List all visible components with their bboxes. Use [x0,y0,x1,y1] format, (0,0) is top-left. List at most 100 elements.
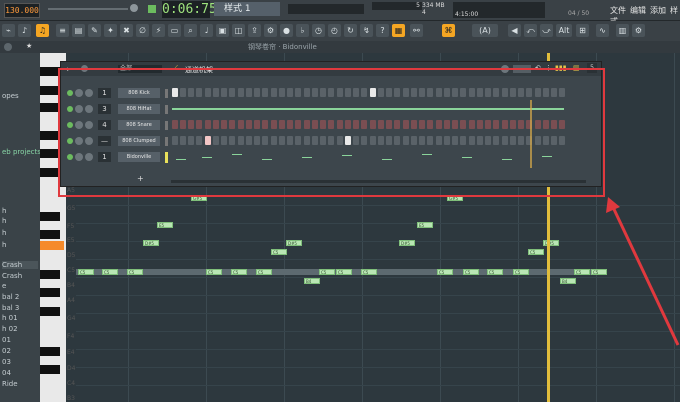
browser-item[interactable]: h [2,217,6,225]
link-icon[interactable]: ⚯ [410,24,423,37]
fx-icon[interactable]: ▥ [616,24,629,37]
mute-icon[interactable]: ∅ [136,24,149,37]
note[interactable]: C5 [336,269,352,275]
speaker-icon[interactable]: ◀ [508,24,521,37]
wait-icon[interactable]: ◷ [312,24,325,37]
metronome-icon[interactable]: ♭ [296,24,309,37]
time-display[interactable]: 0:06:75 [162,1,217,18]
black-key[interactable] [40,288,60,297]
black-key[interactable] [40,131,60,140]
note[interactable]: D#5 [143,240,159,246]
chain-icon[interactable]: ⌘ [442,24,455,37]
black-key[interactable] [40,168,60,177]
black-key[interactable] [40,149,60,158]
black-key[interactable] [40,347,60,356]
mixer-icon[interactable]: ≡ [56,24,69,37]
zoom-icon[interactable]: ⌕ [184,24,197,37]
note[interactable]: C5 [206,269,222,275]
record-icon[interactable]: ● [280,24,293,37]
browser-item[interactable]: 04 [2,369,11,377]
black-key[interactable] [40,103,60,112]
note[interactable]: E5 [417,222,433,228]
note[interactable]: C5 [437,269,453,275]
play-note-icon[interactable]: ♩ [200,24,213,37]
select-icon[interactable]: ▭ [168,24,181,37]
note[interactable]: C5 [78,269,94,275]
master-pitch-knob[interactable] [130,4,138,12]
star-icon[interactable]: ★ [26,42,32,50]
note[interactable]: C5 [361,269,377,275]
note[interactable]: C5 [102,269,118,275]
note[interactable]: D#5 [399,240,415,246]
active-key[interactable] [40,241,64,250]
plugin-icon[interactable]: ⚙ [264,24,277,37]
grid-icon[interactable]: ⊞ [576,24,589,37]
note[interactable]: E5 [157,222,173,228]
note[interactable]: D#5 [286,240,302,246]
countdown-icon[interactable]: ◴ [328,24,341,37]
playlist-icon[interactable]: ▤ [72,24,85,37]
note[interactable]: C5 [127,269,143,275]
browser-item[interactable]: h 02 [2,325,18,333]
delete-icon[interactable]: ✖ [120,24,133,37]
alt-icon[interactable]: Alt [556,24,572,37]
note[interactable]: C5 [487,269,503,275]
browser-item[interactable]: bal 2 [2,293,19,301]
master-volume-slider[interactable] [48,8,128,10]
note[interactable]: C5 [463,269,479,275]
black-key[interactable] [40,307,60,316]
piano-roll-icon[interactable]: ♫ [36,24,49,37]
pat-song-icon[interactable]: ▦ [392,24,405,37]
browser-item[interactable]: 01 [2,336,11,344]
browser-item[interactable]: Ride [2,380,18,388]
browser-item[interactable]: Crash [2,272,22,280]
black-key[interactable] [40,86,60,95]
black-key[interactable] [40,230,60,239]
loop-icon[interactable]: ↻ [344,24,357,37]
tempo-display[interactable]: 130.000 [4,3,40,18]
save-icon[interactable]: ◫ [232,24,245,37]
menu-add[interactable]: 添加 [650,6,666,15]
note[interactable]: C5 [271,249,287,255]
black-key[interactable] [40,365,60,374]
slice-icon[interactable]: ⚡ [152,24,165,37]
browser-item[interactable]: 02 [2,347,11,355]
note[interactable]: D#5 [543,240,559,246]
browser-item[interactable]: h [2,241,6,249]
menu-file[interactable]: 文件 [610,6,626,15]
menu-edit[interactable]: 编辑 [630,6,646,15]
note[interactable]: C5 [256,269,272,275]
black-key[interactable] [40,212,60,221]
snap-icon[interactable]: ⌁ [2,24,15,37]
redo-icon[interactable]: ⤻ [540,24,553,37]
browser-item-selected[interactable]: Crash [2,261,38,269]
draw-icon[interactable]: ✎ [88,24,101,37]
black-key[interactable] [40,67,60,76]
note[interactable]: C5 [574,269,590,275]
browser-item[interactable]: bal 3 [2,304,19,312]
browser-item[interactable]: 03 [2,358,11,366]
black-key[interactable] [40,270,60,279]
note[interactable]: C5 [231,269,247,275]
settings-icon[interactable]: ⚙ [632,24,645,37]
note[interactable]: C5 [513,269,529,275]
midi-input[interactable]: (A) [472,24,498,37]
export-icon[interactable]: ⇪ [248,24,261,37]
browser-item[interactable]: h [2,207,6,215]
browser-toggle-icon[interactable] [4,43,12,51]
note[interactable]: C5 [319,269,335,275]
pattern-selector[interactable]: 样式 1 [214,2,280,16]
browser-item[interactable]: opes [2,92,19,100]
blend-icon[interactable]: ? [376,24,389,37]
folder-icon[interactable]: ▣ [216,24,229,37]
note[interactable]: B4 [304,278,320,284]
step-icon[interactable]: ↯ [360,24,373,37]
note[interactable]: B4 [560,278,576,284]
wave-icon[interactable]: ∿ [596,24,609,37]
browser-item[interactable]: h 01 [2,314,18,322]
undo-icon[interactable]: ⤺ [524,24,537,37]
browser-item[interactable]: e [2,282,6,290]
note[interactable]: C5 [528,249,544,255]
browser-item[interactable]: h [2,229,6,237]
browser-item[interactable]: eb projects [2,148,41,156]
